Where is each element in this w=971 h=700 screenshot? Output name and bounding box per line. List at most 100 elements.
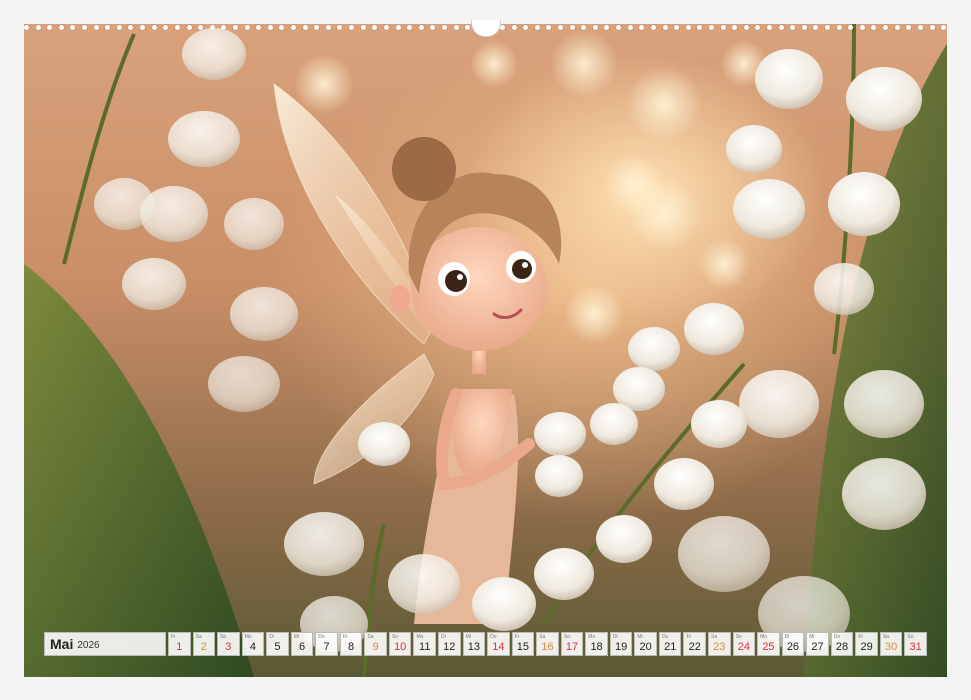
day-number: 31 — [909, 641, 922, 653]
day-cell: So 3 — [217, 632, 240, 656]
day-number: 17 — [565, 641, 579, 653]
day-weekday: Fr — [686, 634, 692, 640]
day-number: 1 — [176, 641, 183, 653]
day-weekday: Sa — [882, 634, 889, 640]
month-year: 2026 — [77, 639, 100, 651]
day-number: 9 — [372, 641, 379, 653]
day-weekday: Fr — [858, 634, 864, 640]
month-calendar-strip: Mai 2026 Fr 1 Sa 2 So 3 Mo 4 Di 5 Mi 6 Do 7 Fr 8 Sa 9 So 10… — [44, 632, 927, 656]
day-weekday: So — [220, 634, 227, 640]
day-number: 15 — [516, 641, 530, 653]
day-weekday: Di — [269, 634, 274, 640]
day-cell: Do 28 — [830, 632, 854, 656]
day-weekday: Fr — [342, 634, 348, 640]
day-cell: Fr 1 — [168, 632, 191, 656]
day-cell: Fr 22 — [683, 632, 707, 656]
day-cell: Sa 30 — [879, 632, 903, 656]
day-weekday: Sa — [711, 634, 718, 640]
calendar-photo — [24, 24, 947, 677]
day-number: 12 — [443, 641, 456, 653]
day-cell: So 17 — [560, 632, 584, 656]
month-label: Mai 2026 — [44, 632, 166, 656]
day-weekday: Do — [490, 634, 497, 640]
day-weekday: So — [735, 634, 742, 640]
day-cell: Fr 29 — [855, 632, 878, 656]
day-number: 19 — [614, 641, 628, 653]
day-number: 11 — [419, 641, 431, 653]
day-cell: Do 14 — [487, 632, 510, 656]
day-weekday: Sa — [539, 634, 546, 640]
day-cell: Mo 25 — [757, 632, 780, 656]
day-number: 5 — [274, 641, 281, 653]
day-weekday: Di — [612, 634, 618, 640]
day-cell: Mi 6 — [290, 632, 314, 656]
day-weekday: So — [907, 634, 914, 640]
day-number: 29 — [860, 641, 873, 653]
day-number: 24 — [737, 641, 750, 653]
day-cell: Sa 16 — [536, 632, 559, 656]
day-number: 13 — [467, 641, 480, 653]
day-cell: Di 19 — [609, 632, 633, 656]
day-cell: Fr 15 — [511, 632, 535, 656]
day-number: 18 — [590, 641, 603, 653]
day-number: 22 — [688, 641, 701, 653]
day-weekday: So — [391, 634, 399, 640]
day-weekday: Di — [784, 634, 790, 640]
day-weekday: Mo — [760, 634, 768, 640]
day-number: 20 — [639, 641, 652, 653]
day-number: 6 — [298, 641, 306, 653]
day-weekday: Mi — [809, 634, 815, 640]
day-cell: Sa 23 — [708, 632, 731, 656]
day-weekday: Do — [833, 634, 841, 640]
calendar-page: Mai 2026 Fr 1 Sa 2 So 3 Mo 4 Di 5 Mi 6 Do 7 Fr 8 Sa 9 So 10… — [0, 0, 971, 700]
day-cell: Mi 13 — [462, 632, 486, 656]
day-weekday: Sa — [367, 634, 374, 640]
day-cell: Di 26 — [781, 632, 805, 656]
day-weekday: Mi — [465, 634, 471, 640]
day-weekday: Mo — [588, 634, 596, 640]
day-number: 27 — [811, 641, 824, 653]
day-cell: Di 5 — [266, 632, 289, 656]
day-number: 7 — [323, 641, 330, 653]
day-weekday: So — [563, 634, 570, 640]
day-cell: So 24 — [732, 632, 756, 656]
day-cell: So 10 — [388, 632, 412, 656]
day-number: 23 — [713, 641, 726, 653]
day-cell: Di 12 — [438, 632, 461, 656]
day-cell: Mi 20 — [634, 632, 657, 656]
month-name: Mai — [50, 636, 74, 652]
leaf-left — [24, 264, 254, 677]
day-weekday: Fr — [171, 634, 176, 640]
day-cell: Mi 27 — [806, 632, 829, 656]
day-number: 10 — [394, 641, 407, 653]
day-number: 2 — [200, 641, 207, 653]
day-cell: Sa 9 — [364, 632, 387, 656]
day-number: 16 — [541, 641, 554, 653]
day-number: 30 — [885, 641, 898, 653]
day-number: 8 — [348, 641, 355, 653]
day-cell: Do 7 — [315, 632, 338, 656]
day-number: 14 — [492, 641, 505, 653]
day-weekday: Mi — [637, 634, 643, 640]
day-weekday: Mo — [244, 634, 252, 640]
day-weekday: Fr — [514, 634, 520, 640]
day-number: 3 — [225, 641, 232, 653]
day-cell: So 31 — [904, 632, 927, 656]
day-number: 4 — [249, 641, 256, 653]
fairy-illustration — [24, 24, 947, 677]
day-weekday: Sa — [195, 634, 202, 640]
day-number: 28 — [835, 641, 849, 653]
day-weekday: Mi — [293, 634, 300, 640]
day-cell: Do 21 — [658, 632, 682, 656]
day-weekday: Di — [441, 634, 446, 640]
day-cell: Sa 2 — [192, 632, 216, 656]
day-number: 25 — [762, 641, 775, 653]
day-cell: Mo 4 — [241, 632, 265, 656]
day-weekday: Do — [318, 634, 325, 640]
day-number: 26 — [786, 641, 800, 653]
day-number: 21 — [664, 641, 677, 653]
day-cell: Mo 11 — [413, 632, 437, 656]
day-weekday: Do — [661, 634, 669, 640]
day-weekday: Mo — [416, 634, 424, 640]
day-cell: Fr 8 — [339, 632, 363, 656]
